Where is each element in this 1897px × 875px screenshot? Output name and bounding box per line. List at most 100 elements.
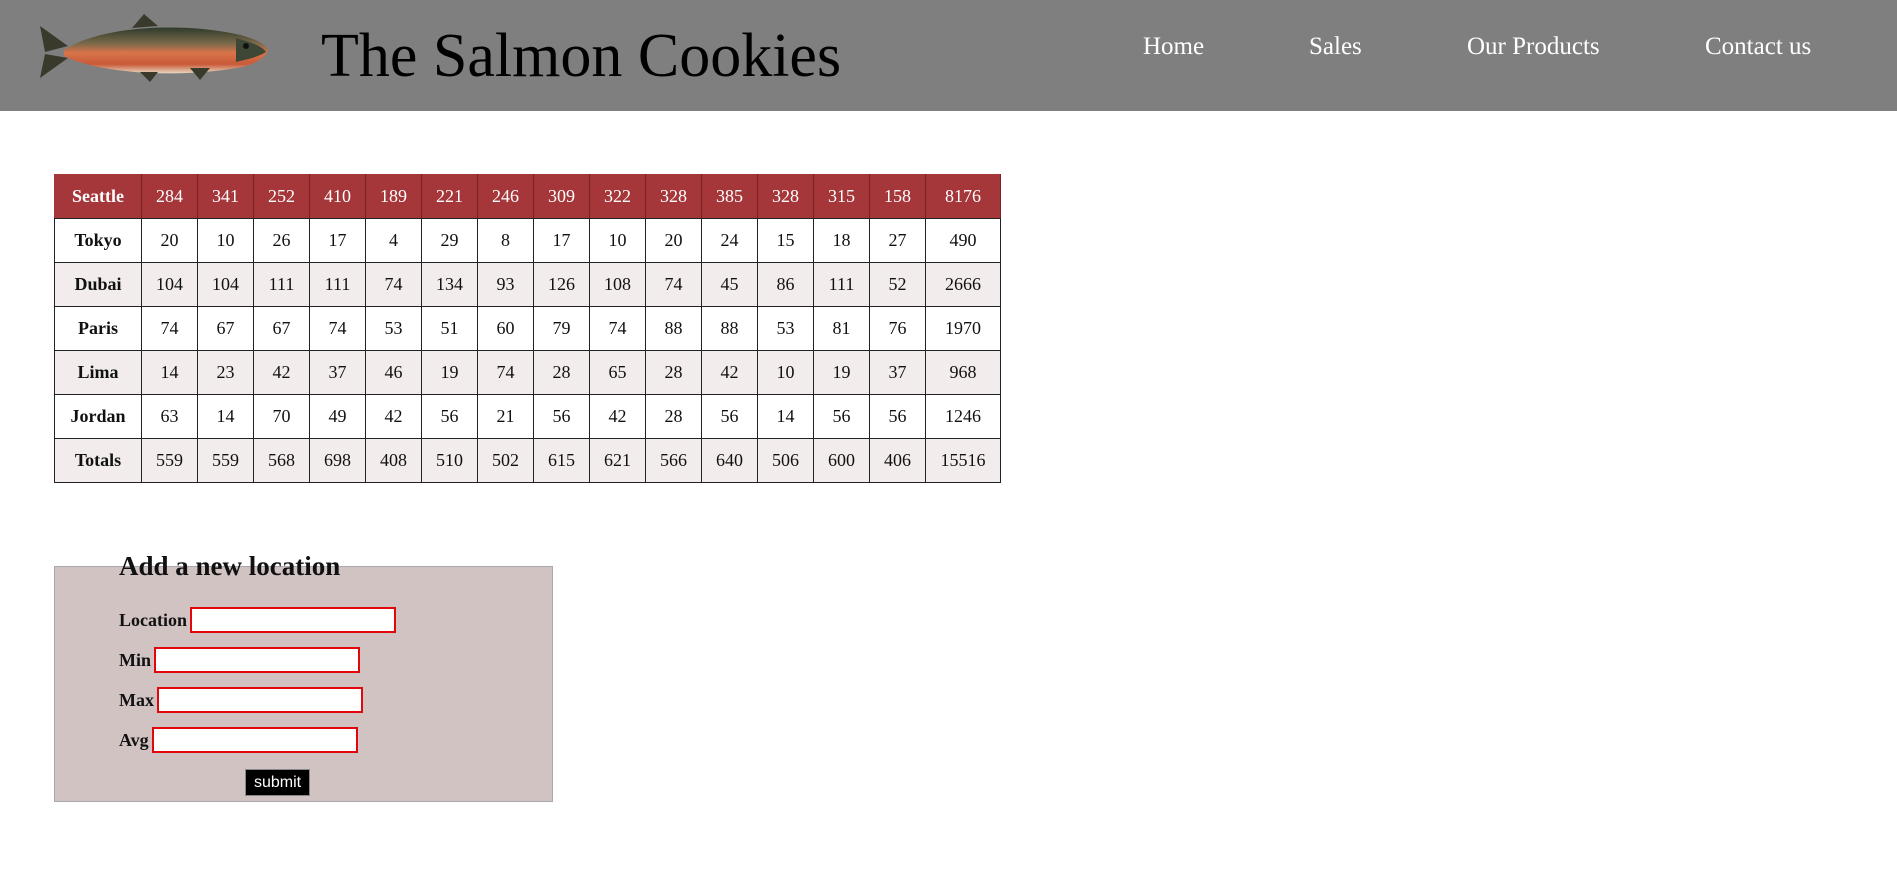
value-cell: 28 <box>645 394 702 439</box>
value-cell: 37 <box>309 350 366 395</box>
value-cell: 134 <box>421 262 478 307</box>
nav-home-link[interactable]: Home <box>1143 34 1204 59</box>
max-field-row: Max <box>119 687 363 713</box>
value-cell: 111 <box>253 262 310 307</box>
location-input[interactable] <box>190 607 397 633</box>
table-row: Jordan 63 14 70 49 42 56 21 56 42 28 56 14 56 56 1246 <box>54 394 1001 439</box>
value-cell: 559 <box>197 438 254 483</box>
value-cell: 559 <box>141 438 198 483</box>
value-cell: 14 <box>197 394 254 439</box>
value-cell: 42 <box>589 394 646 439</box>
value-cell: 21 <box>477 394 534 439</box>
min-field-row: Min <box>119 647 361 673</box>
table-row: Paris 74 67 67 74 53 51 60 79 74 88 88 53 81 76 1970 <box>54 306 1001 351</box>
value-cell: 246 <box>477 174 534 219</box>
location-cell: Dubai <box>54 262 142 307</box>
value-cell: 108 <box>589 262 646 307</box>
submit-button[interactable]: submit <box>245 769 311 796</box>
value-cell: 24 <box>701 218 758 263</box>
value-cell: 568 <box>253 438 310 483</box>
nav-our-products-link[interactable]: Our Products <box>1467 34 1600 59</box>
value-cell: 10 <box>757 350 814 395</box>
min-label: Min <box>119 649 152 670</box>
value-cell: 18 <box>813 218 870 263</box>
value-cell: 76 <box>869 306 926 351</box>
avg-field-row: Avg <box>119 727 358 753</box>
value-cell: 46 <box>365 350 422 395</box>
value-cell: 158 <box>869 174 926 219</box>
location-cell: Totals <box>54 438 142 483</box>
value-cell: 385 <box>701 174 758 219</box>
value-cell: 19 <box>421 350 478 395</box>
max-label: Max <box>119 689 154 710</box>
value-cell: 29 <box>421 218 478 263</box>
min-input[interactable] <box>154 647 361 673</box>
value-cell: 104 <box>197 262 254 307</box>
value-cell: 74 <box>589 306 646 351</box>
value-cell: 74 <box>309 306 366 351</box>
total-cell: 15516 <box>925 438 1001 483</box>
value-cell: 42 <box>365 394 422 439</box>
value-cell: 20 <box>645 218 702 263</box>
table-row: Totals 559 559 568 698 408 510 502 615 621 566 640 5… <box>54 438 1001 483</box>
value-cell: 53 <box>365 306 422 351</box>
value-cell: 56 <box>701 394 758 439</box>
value-cell: 284 <box>141 174 198 219</box>
avg-label: Avg <box>119 729 149 750</box>
value-cell: 56 <box>533 394 590 439</box>
value-cell: 17 <box>309 218 366 263</box>
value-cell: 74 <box>645 262 702 307</box>
location-field-row: Location <box>119 607 397 633</box>
value-cell: 10 <box>197 218 254 263</box>
table-row: Seattle 284 341 252 410 189 221 246 309 322 328 385… <box>54 174 1001 219</box>
location-cell: Lima <box>54 350 142 395</box>
value-cell: 60 <box>477 306 534 351</box>
location-cell: Paris <box>54 306 142 351</box>
table-row: Tokyo 20 10 26 17 4 29 8 17 10 20 24 15 18 27 490 <box>54 218 1001 263</box>
value-cell: 42 <box>701 350 758 395</box>
value-cell: 19 <box>813 350 870 395</box>
value-cell: 14 <box>757 394 814 439</box>
value-cell: 15 <box>757 218 814 263</box>
value-cell: 510 <box>421 438 478 483</box>
value-cell: 10 <box>589 218 646 263</box>
value-cell: 111 <box>813 262 870 307</box>
value-cell: 104 <box>141 262 198 307</box>
value-cell: 600 <box>813 438 870 483</box>
value-cell: 49 <box>309 394 366 439</box>
value-cell: 315 <box>813 174 870 219</box>
nav-sales-link[interactable]: Sales <box>1309 34 1362 59</box>
value-cell: 74 <box>365 262 422 307</box>
value-cell: 93 <box>477 262 534 307</box>
value-cell: 81 <box>813 306 870 351</box>
value-cell: 88 <box>701 306 758 351</box>
total-cell: 8176 <box>925 174 1001 219</box>
value-cell: 53 <box>757 306 814 351</box>
value-cell: 28 <box>645 350 702 395</box>
max-input[interactable] <box>157 687 363 713</box>
value-cell: 621 <box>589 438 646 483</box>
location-label: Location <box>119 609 188 630</box>
avg-input[interactable] <box>151 727 358 753</box>
value-cell: 74 <box>477 350 534 395</box>
value-cell: 408 <box>365 438 422 483</box>
value-cell: 88 <box>645 306 702 351</box>
value-cell: 17 <box>533 218 590 263</box>
total-cell: 1970 <box>925 306 1001 351</box>
value-cell: 23 <box>197 350 254 395</box>
value-cell: 502 <box>477 438 534 483</box>
value-cell: 111 <box>309 262 366 307</box>
value-cell: 8 <box>477 218 534 263</box>
nav-contact-us-link[interactable]: Contact us <box>1705 34 1811 59</box>
value-cell: 698 <box>309 438 366 483</box>
add-location-form: Add a new location Location Min Max Avg … <box>54 553 553 802</box>
value-cell: 4 <box>365 218 422 263</box>
sales-table: Seattle 284 341 252 410 189 221 246 309 322 328 385… <box>54 174 1001 483</box>
value-cell: 56 <box>421 394 478 439</box>
value-cell: 51 <box>421 306 478 351</box>
value-cell: 506 <box>757 438 814 483</box>
form-title: Add a new location <box>119 551 341 581</box>
value-cell: 126 <box>533 262 590 307</box>
value-cell: 67 <box>253 306 310 351</box>
value-cell: 26 <box>253 218 310 263</box>
